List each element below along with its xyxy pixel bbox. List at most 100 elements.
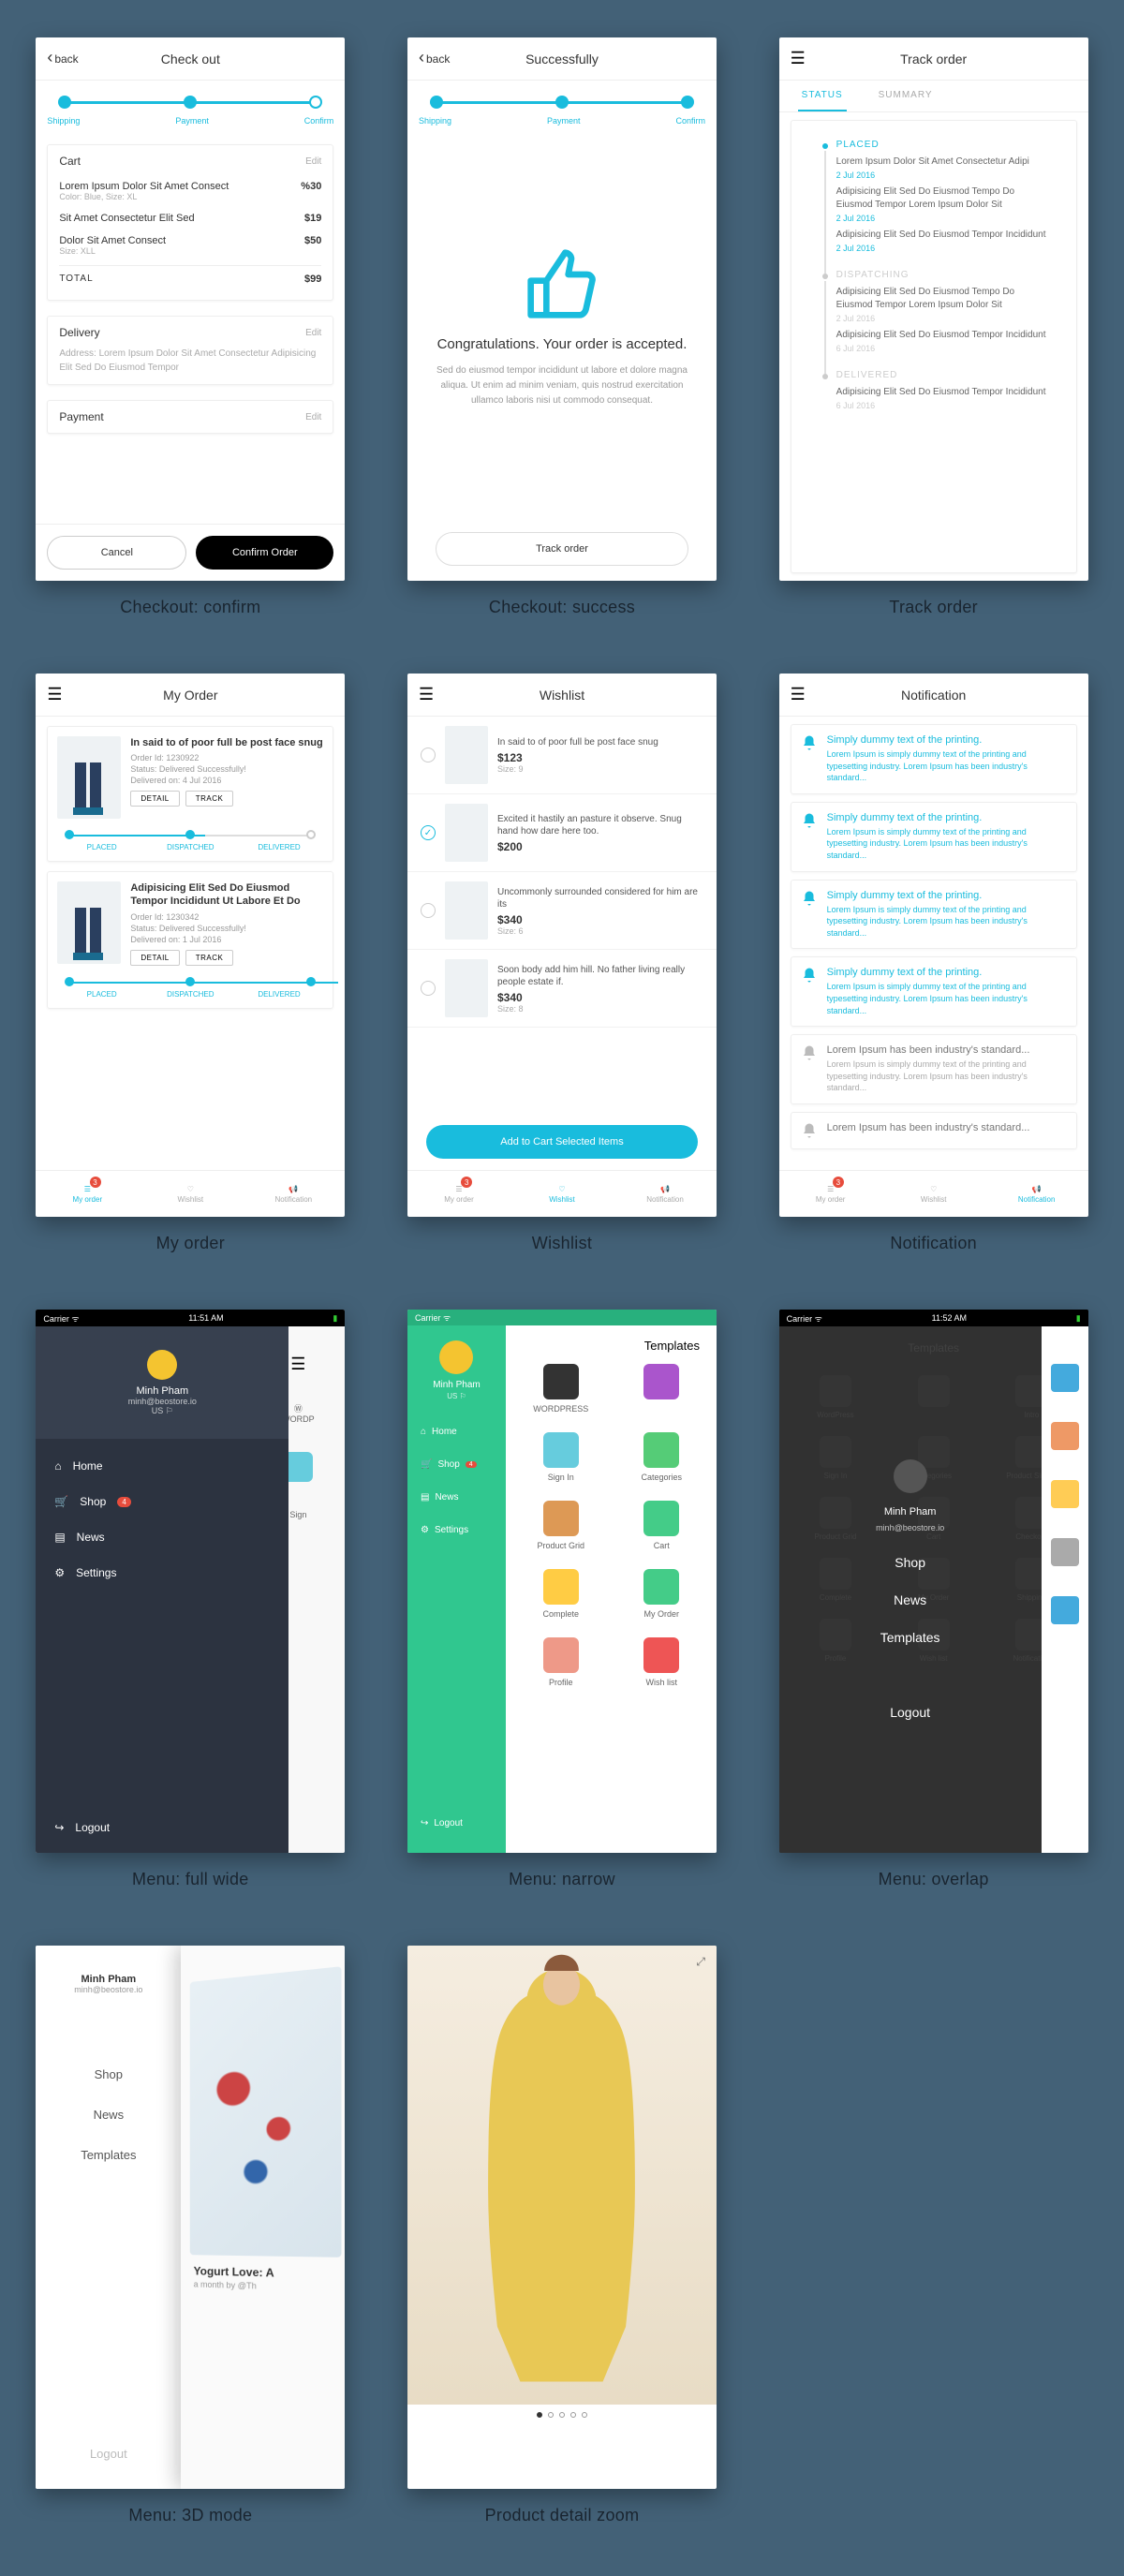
tab-myorder[interactable]: ☰3My order <box>779 1171 882 1217</box>
caption: Menu: 3D mode <box>128 2506 252 2525</box>
template-icon[interactable] <box>1051 1480 1079 1508</box>
logout-button[interactable]: ↪Logout <box>407 1807 506 1840</box>
order-card[interactable]: In said to of poor full be post face snu… <box>47 726 333 862</box>
template-item[interactable]: My Order <box>615 1569 707 1619</box>
page-title: Check out <box>161 52 220 67</box>
wishlist-item[interactable]: Excited it hastily an pasture it observe… <box>407 794 717 872</box>
back-button[interactable]: back <box>419 49 450 68</box>
wishlist-item[interactable]: Uncommonly surrounded considered for him… <box>407 872 717 950</box>
menu-item-settings[interactable]: ⚙Settings <box>407 1514 506 1547</box>
menu-item-templates[interactable]: Templates <box>81 2148 136 2162</box>
notification-item[interactable]: Simply dummy text of the printing.Lorem … <box>791 724 1077 794</box>
caption: Notification <box>890 1234 977 1253</box>
menu-icon[interactable]: ☰ <box>791 685 806 704</box>
dot[interactable] <box>570 2412 576 2418</box>
menu-item-news[interactable]: ▤News <box>407 1481 506 1514</box>
menu-item-home[interactable]: ⌂Home <box>36 1448 288 1484</box>
template-item[interactable]: Product Grid <box>515 1501 607 1550</box>
template-item[interactable] <box>615 1364 707 1414</box>
thumbs-up-icon <box>525 246 599 321</box>
expand-icon[interactable]: ⤢ <box>696 1955 705 1969</box>
logout-button[interactable]: ↪Logout <box>36 1810 288 1853</box>
menu-item-home[interactable]: ⌂Home <box>407 1415 506 1448</box>
wishlist-item[interactable]: In said to of poor full be post face snu… <box>407 717 717 794</box>
checkbox[interactable] <box>421 903 436 918</box>
edit-link[interactable]: Edit <box>305 412 321 422</box>
tab-summary[interactable]: SUMMARY <box>875 81 937 111</box>
template-icon[interactable] <box>1051 1364 1079 1392</box>
menu-icon[interactable]: ☰ <box>47 685 62 704</box>
template-item[interactable]: Complete <box>515 1569 607 1619</box>
product-image <box>57 736 121 819</box>
track-button[interactable]: TRACK <box>185 950 234 966</box>
checkbox[interactable] <box>421 748 436 762</box>
tab-notification[interactable]: 📢Notification <box>614 1171 717 1217</box>
notification-item[interactable]: Lorem Ipsum has been industry's standard… <box>791 1112 1077 1149</box>
menu-item-logout[interactable]: Logout <box>90 2447 127 2461</box>
add-to-cart-button[interactable]: Add to Cart Selected Items <box>426 1125 698 1159</box>
product-image <box>445 804 488 862</box>
checkbox[interactable] <box>421 981 436 996</box>
dot[interactable] <box>548 2412 554 2418</box>
template-item[interactable]: Cart <box>615 1501 707 1550</box>
template-item[interactable]: Sign In <box>515 1432 607 1482</box>
checkbox[interactable] <box>421 825 436 840</box>
menu-item-shop[interactable]: Shop <box>95 2067 123 2081</box>
detail-button[interactable]: DETAIL <box>130 791 179 807</box>
menu-item-shop[interactable]: 🛒Shop4 <box>407 1448 506 1481</box>
tab-status[interactable]: STATUS <box>798 81 847 111</box>
menu-item-shop[interactable]: Shop <box>895 1555 925 1570</box>
tab-myorder[interactable]: ☰3My order <box>407 1171 510 1217</box>
wishlist-item[interactable]: Soon body add him hill. No father living… <box>407 950 717 1028</box>
template-item[interactable]: Wish list <box>615 1637 707 1687</box>
menu-item-news[interactable]: News <box>94 2108 125 2122</box>
menu-icon[interactable]: ☰ <box>419 685 434 704</box>
template-item[interactable]: Categories <box>615 1432 707 1482</box>
screen-checkout-confirm: back Check out Shipping Payment Confirm … <box>36 37 345 581</box>
template-icon[interactable] <box>1051 1538 1079 1566</box>
profile-email: minh@beostore.io <box>74 1985 142 1994</box>
tab-wishlist[interactable]: ♡Wishlist <box>139 1171 242 1217</box>
timeline-section: DISPATCHINGAdipisicing Elit Sed Do Eiusm… <box>820 270 1048 370</box>
notification-item[interactable]: Simply dummy text of the printing.Lorem … <box>791 802 1077 872</box>
order-card[interactable]: Adipisicing Elit Sed Do Eiusmod Tempor I… <box>47 871 333 1009</box>
menu-icon[interactable]: ☰ <box>791 49 806 68</box>
timeline-section: DELIVEREDAdipisicing Elit Sed Do Eiusmod… <box>820 370 1048 427</box>
dot[interactable] <box>537 2412 542 2418</box>
track-order-button[interactable]: Track order <box>436 532 688 566</box>
edit-link[interactable]: Edit <box>305 328 321 338</box>
cancel-button[interactable]: Cancel <box>47 536 186 570</box>
tab-notification[interactable]: 📢Notification <box>242 1171 345 1217</box>
menu-item-settings[interactable]: ⚙Settings <box>36 1555 288 1591</box>
menu-item-templates[interactable]: Templates <box>880 1630 940 1645</box>
profile[interactable]: Minh Pham minh@beostore.io US ⚐ <box>36 1326 288 1439</box>
track-button[interactable]: TRACK <box>185 791 234 807</box>
template-icon[interactable] <box>1051 1422 1079 1450</box>
template-icon[interactable] <box>1051 1596 1079 1624</box>
confirm-order-button[interactable]: Confirm Order <box>196 536 333 570</box>
tab-wishlist[interactable]: ♡Wishlist <box>882 1171 985 1217</box>
notification-item[interactable]: Lorem Ipsum has been industry's standard… <box>791 1034 1077 1104</box>
back-button[interactable]: back <box>47 49 78 68</box>
detail-button[interactable]: DETAIL <box>130 950 179 966</box>
dot[interactable] <box>559 2412 565 2418</box>
edit-link[interactable]: Edit <box>305 156 321 167</box>
notification-item[interactable]: Simply dummy text of the printing.Lorem … <box>791 956 1077 1027</box>
tab-myorder[interactable]: ☰3My order <box>36 1171 139 1217</box>
menu-item-news[interactable]: ▤News <box>36 1519 288 1555</box>
template-item[interactable]: WORDPRESS <box>515 1364 607 1414</box>
template-item[interactable]: Profile <box>515 1637 607 1687</box>
menu-item-shop[interactable]: 🛒Shop4 <box>36 1484 288 1519</box>
step-shipping <box>58 96 71 109</box>
page-dots <box>407 2405 717 2425</box>
tab-wishlist[interactable]: ♡Wishlist <box>510 1171 614 1217</box>
tab-notification[interactable]: 📢Notification <box>985 1171 1088 1217</box>
dot[interactable] <box>582 2412 587 2418</box>
notification-item[interactable]: Simply dummy text of the printing.Lorem … <box>791 880 1077 950</box>
menu-item-logout[interactable]: Logout <box>890 1705 930 1720</box>
success-body-text: Sed do eiusmod tempor incididunt ut labo… <box>436 363 688 408</box>
screen-menu-wide: Carrier ᯤ11:51 AM▮ ☰ ⓌWORDP Sign Minh Ph… <box>36 1310 345 1853</box>
page-title: Successfully <box>525 52 599 67</box>
product-image[interactable]: ⤢ <box>407 1946 717 2405</box>
menu-item-news[interactable]: News <box>894 1592 926 1607</box>
